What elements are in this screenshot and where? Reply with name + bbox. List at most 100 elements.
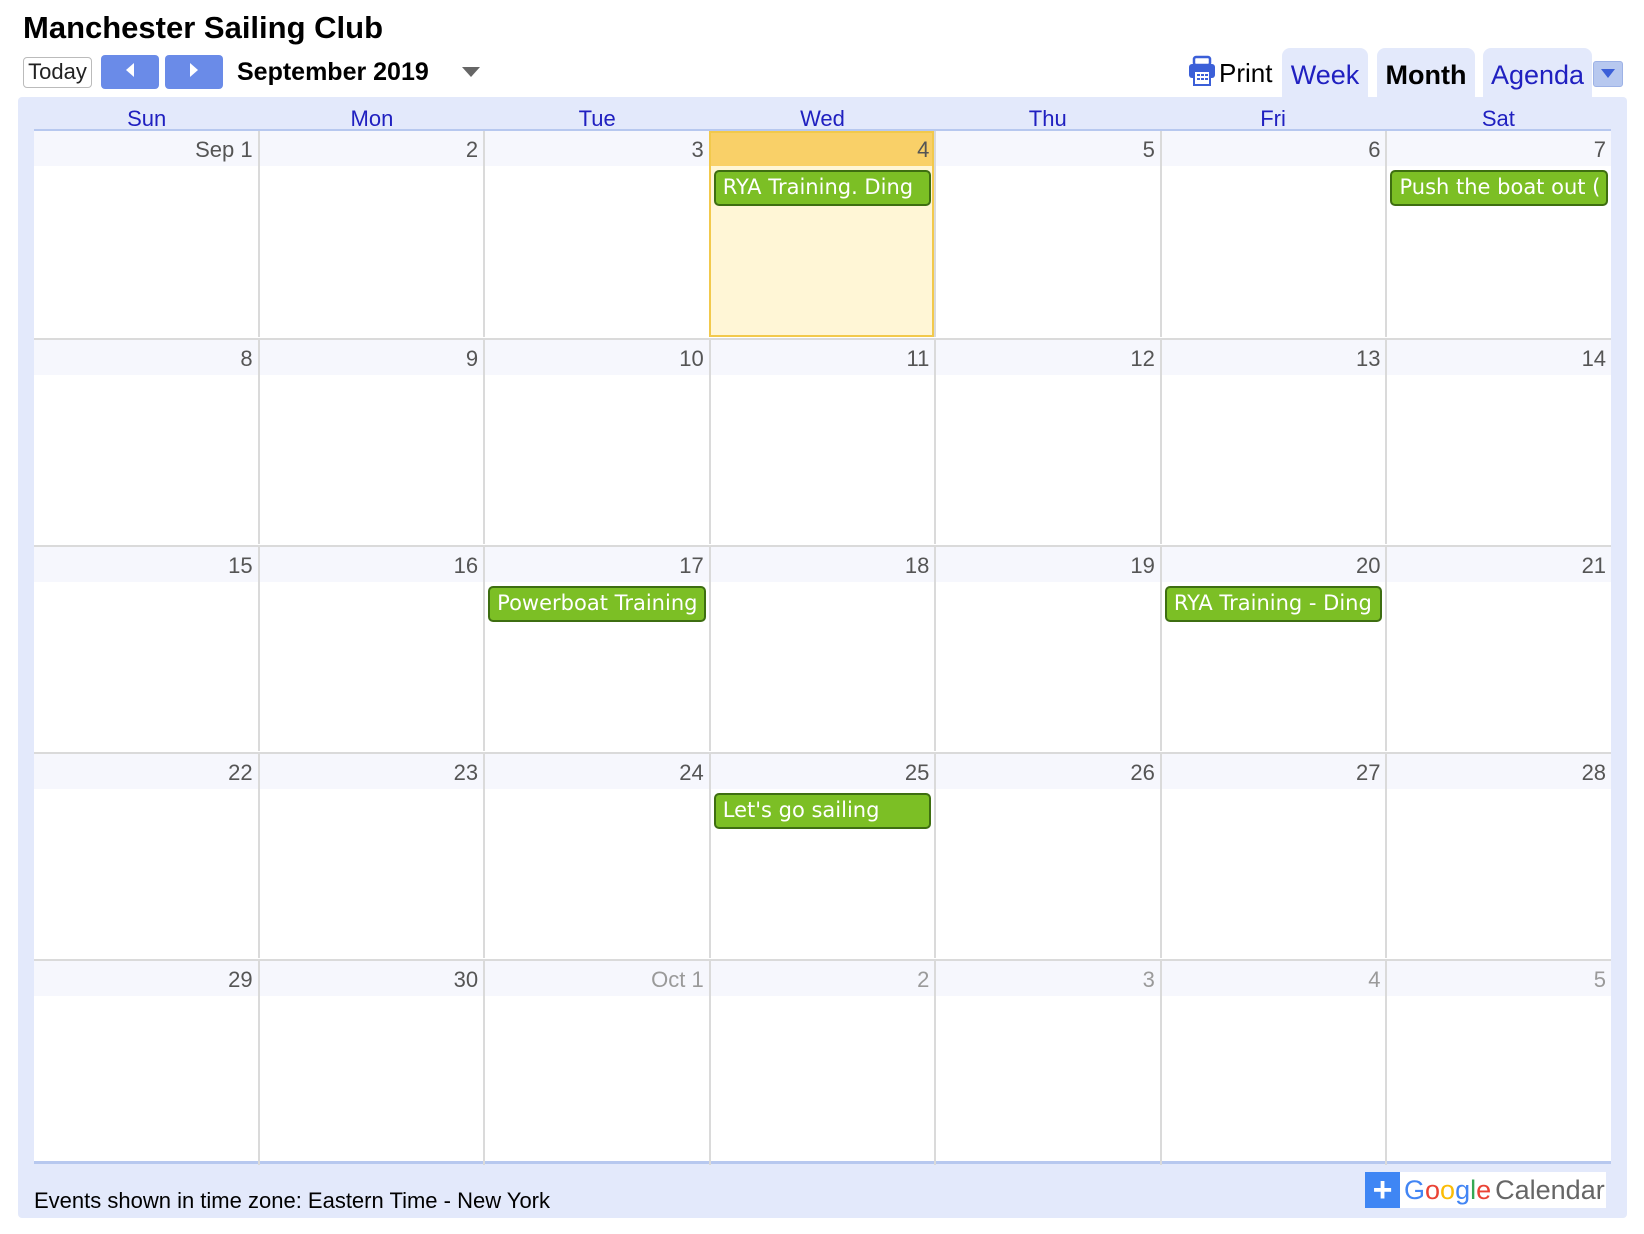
day-number[interactable]: 6 bbox=[1161, 131, 1386, 166]
day-cell[interactable]: 11 bbox=[708, 340, 935, 544]
day-number[interactable]: 21 bbox=[1387, 547, 1612, 582]
previous-month-button[interactable] bbox=[101, 55, 159, 89]
plus-icon: + bbox=[1365, 1172, 1400, 1208]
month-picker-dropdown[interactable] bbox=[460, 67, 482, 81]
day-cell[interactable]: 3 bbox=[483, 131, 709, 337]
day-number[interactable]: 30 bbox=[259, 961, 484, 996]
tab-agenda[interactable]: Agenda bbox=[1483, 48, 1592, 98]
day-cell-today[interactable]: 4 RYA Training. Ding bbox=[708, 131, 935, 337]
day-number[interactable]: 7 bbox=[1387, 131, 1612, 166]
day-cell[interactable]: 17 Powerboat Training bbox=[483, 547, 709, 751]
day-number[interactable]: 13 bbox=[1161, 340, 1386, 375]
tab-month[interactable]: Month bbox=[1377, 48, 1475, 98]
today-button[interactable]: Today bbox=[23, 57, 92, 88]
day-cell[interactable]: 15 bbox=[34, 547, 258, 751]
week-row: Sep 1 2 3 4 RYA Training. Ding 5 6 7 Push the bo… bbox=[34, 131, 1612, 337]
day-number[interactable]: 4 bbox=[710, 131, 935, 166]
day-number[interactable]: 22 bbox=[34, 754, 258, 789]
week-row: 15 16 17 Powerboat Training 18 19 20 RYA Traini… bbox=[34, 545, 1612, 751]
day-number[interactable]: 8 bbox=[34, 340, 258, 375]
day-number[interactable]: 14 bbox=[1387, 340, 1612, 375]
day-cell[interactable]: 8 bbox=[34, 340, 258, 544]
day-cell[interactable]: 20 RYA Training - Ding bbox=[1159, 547, 1386, 751]
dow-thu: Thu bbox=[1028, 106, 1067, 131]
day-number[interactable]: 12 bbox=[936, 340, 1160, 375]
day-cell[interactable]: 2 bbox=[257, 131, 484, 337]
day-cell[interactable]: 7 Push the boat out ( bbox=[1385, 131, 1612, 337]
timezone-note: Events shown in time zone: Eastern Time … bbox=[34, 1188, 551, 1213]
day-cell[interactable]: 16 bbox=[257, 547, 484, 751]
month-grid: Sep 1 2 3 4 RYA Training. Ding 5 6 7 Push the bo… bbox=[34, 129, 1612, 1165]
google-letter: o bbox=[1440, 1174, 1456, 1205]
day-number[interactable]: 11 bbox=[710, 340, 935, 375]
day-cell[interactable]: 18 bbox=[708, 547, 935, 751]
day-number[interactable]: 3 bbox=[485, 131, 709, 166]
day-number[interactable]: 2 bbox=[259, 131, 484, 166]
chevron-right-icon bbox=[188, 62, 200, 83]
day-cell[interactable]: 4 bbox=[1159, 961, 1386, 1165]
day-number[interactable]: 29 bbox=[34, 961, 258, 996]
tab-week[interactable]: Week bbox=[1282, 48, 1368, 98]
day-cell[interactable]: 3 bbox=[934, 961, 1160, 1165]
day-cell[interactable]: 30 bbox=[257, 961, 484, 1165]
day-number[interactable]: 15 bbox=[34, 547, 258, 582]
day-number[interactable]: 16 bbox=[259, 547, 484, 582]
day-number[interactable]: 9 bbox=[259, 340, 484, 375]
event-chip[interactable]: RYA Training. Ding bbox=[713, 170, 932, 206]
day-cell[interactable]: 21 bbox=[1385, 547, 1612, 751]
day-number[interactable]: 18 bbox=[710, 547, 935, 582]
chevron-left-icon bbox=[124, 62, 136, 83]
day-number[interactable]: 27 bbox=[1161, 754, 1386, 789]
day-cell[interactable]: Sep 1 bbox=[34, 131, 258, 337]
day-cell[interactable]: 5 bbox=[934, 131, 1160, 337]
day-number[interactable]: 3 bbox=[936, 961, 1160, 996]
day-cell[interactable]: 12 bbox=[934, 340, 1160, 544]
day-cell[interactable]: 24 bbox=[483, 754, 709, 958]
dow-sun: Sun bbox=[127, 106, 167, 131]
day-number[interactable]: 4 bbox=[1161, 961, 1386, 996]
day-number[interactable]: 23 bbox=[259, 754, 484, 789]
day-number[interactable]: 5 bbox=[936, 131, 1160, 166]
day-number[interactable]: 19 bbox=[936, 547, 1160, 582]
day-number[interactable]: 17 bbox=[485, 547, 709, 582]
add-to-google-calendar-button[interactable]: + Google Calendar bbox=[1365, 1172, 1606, 1208]
day-cell[interactable]: 5 bbox=[1385, 961, 1612, 1165]
event-chip[interactable]: Let's go sailing bbox=[713, 793, 932, 829]
day-cell[interactable]: 10 bbox=[483, 340, 709, 544]
print-button[interactable]: Print bbox=[1187, 55, 1273, 92]
day-cell[interactable]: 2 bbox=[708, 961, 935, 1165]
dow-tue: Tue bbox=[578, 106, 616, 131]
caret-down-icon bbox=[461, 65, 481, 83]
day-cell[interactable]: 6 bbox=[1159, 131, 1386, 337]
day-number[interactable]: 28 bbox=[1387, 754, 1612, 789]
day-number[interactable]: 10 bbox=[485, 340, 709, 375]
printer-icon bbox=[1187, 55, 1217, 92]
day-number[interactable]: 26 bbox=[936, 754, 1160, 789]
view-options-dropdown[interactable] bbox=[1593, 61, 1623, 87]
day-number[interactable]: Oct 1 bbox=[485, 961, 709, 996]
day-cell[interactable]: 22 bbox=[34, 754, 258, 958]
day-cell[interactable]: 9 bbox=[257, 340, 484, 544]
day-number[interactable]: 2 bbox=[710, 961, 935, 996]
event-chip[interactable]: RYA Training - Ding bbox=[1164, 586, 1383, 622]
day-cell[interactable]: 28 bbox=[1385, 754, 1612, 958]
day-cell[interactable]: 25 Let's go sailing bbox=[708, 754, 935, 958]
day-number[interactable]: 20 bbox=[1161, 547, 1386, 582]
next-month-button[interactable] bbox=[165, 55, 223, 89]
day-cell[interactable]: 19 bbox=[934, 547, 1160, 751]
day-cell[interactable]: 23 bbox=[257, 754, 484, 958]
day-cell[interactable]: 14 bbox=[1385, 340, 1612, 544]
day-cell[interactable]: 27 bbox=[1159, 754, 1386, 958]
print-label: Print bbox=[1219, 57, 1273, 88]
event-chip[interactable]: Powerboat Training bbox=[488, 586, 706, 622]
day-cell[interactable]: Oct 1 bbox=[483, 961, 709, 1165]
event-chip[interactable]: Push the boat out ( bbox=[1390, 170, 1609, 206]
day-cell[interactable]: 26 bbox=[934, 754, 1160, 958]
day-cell[interactable]: 13 bbox=[1159, 340, 1386, 544]
day-cell[interactable]: 29 bbox=[34, 961, 258, 1165]
day-number[interactable]: Sep 1 bbox=[34, 131, 258, 166]
day-number[interactable]: 25 bbox=[710, 754, 935, 789]
day-number[interactable]: 5 bbox=[1387, 961, 1612, 996]
calendar-title: Manchester Sailing Club bbox=[23, 10, 384, 45]
day-number[interactable]: 24 bbox=[485, 754, 709, 789]
